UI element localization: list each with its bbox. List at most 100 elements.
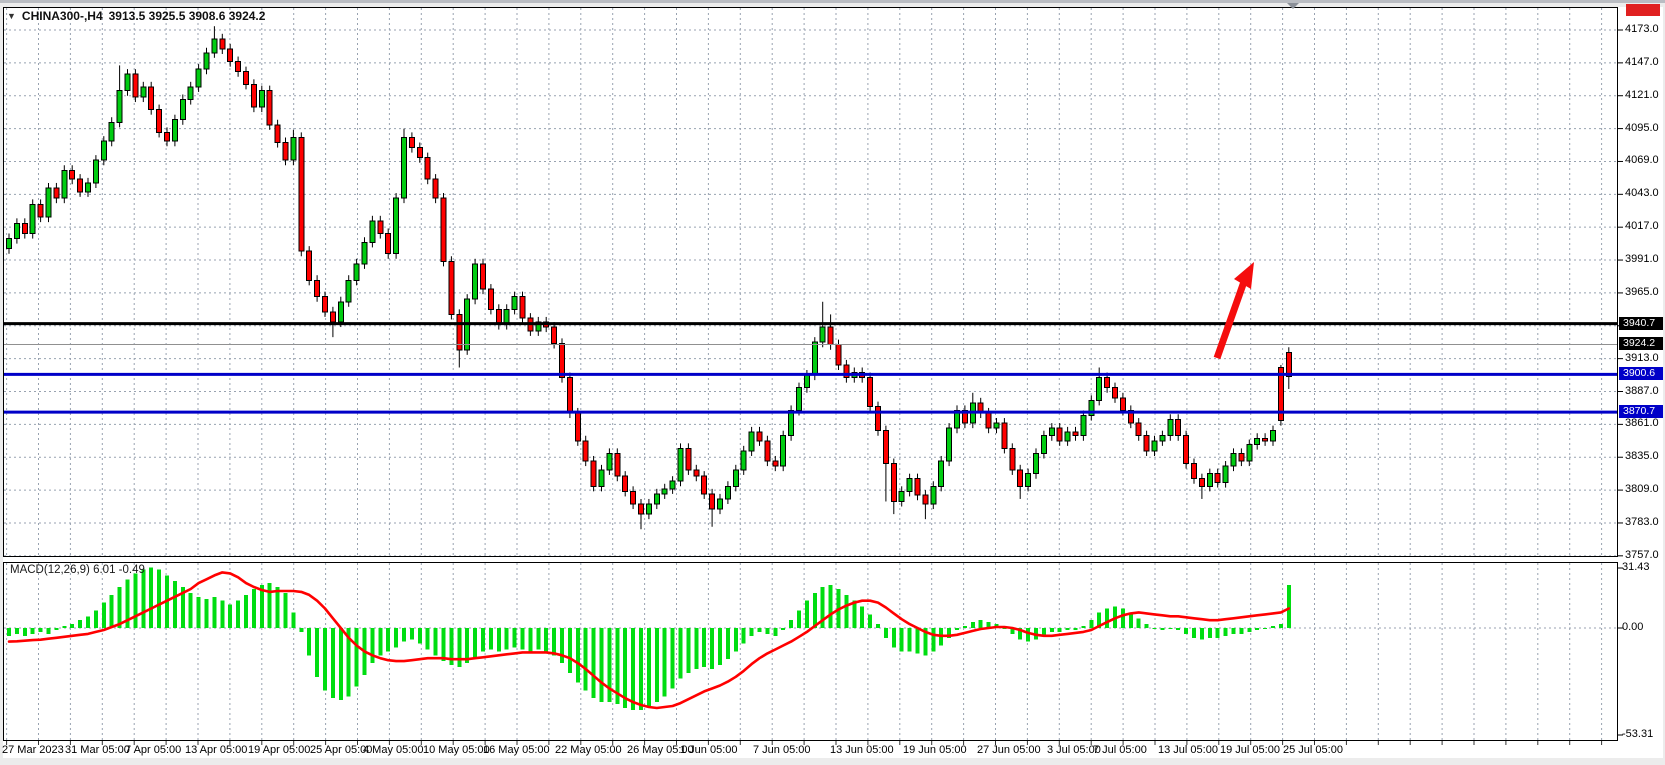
chart-header: ▼ CHINA300-,H4 3913.5 3925.5 3908.6 3924… bbox=[7, 9, 265, 23]
macd-hist-bar bbox=[521, 628, 525, 649]
bear-candle bbox=[686, 448, 691, 469]
bear-candle bbox=[323, 297, 328, 312]
price-tick-label: 4121.0 bbox=[1625, 89, 1659, 101]
bull-candle bbox=[931, 486, 936, 504]
bull-candle bbox=[172, 120, 177, 141]
bull-candle bbox=[62, 170, 67, 198]
bull-candle bbox=[1168, 419, 1173, 435]
price-line-badge[interactable]: 3924.2 bbox=[1619, 337, 1663, 350]
bear-candle bbox=[583, 441, 588, 461]
macd-hist-bar bbox=[955, 628, 959, 630]
bull-candle bbox=[741, 451, 746, 470]
bear-candle bbox=[1215, 474, 1220, 483]
price-tick-label: 3783.0 bbox=[1625, 516, 1659, 528]
macd-hist-bar bbox=[15, 628, 19, 634]
bear-candle bbox=[694, 470, 699, 476]
macd-hist-bar bbox=[47, 628, 51, 634]
macd-hist-bar bbox=[679, 628, 683, 679]
macd-hist-bar bbox=[758, 628, 762, 632]
bull-candle bbox=[1231, 453, 1236, 466]
bull-candle bbox=[188, 87, 193, 100]
bear-candle bbox=[923, 495, 928, 504]
macd-hist-bar bbox=[228, 605, 232, 628]
bear-candle bbox=[433, 179, 438, 198]
macd-hist-bar bbox=[844, 595, 848, 628]
bull-candle bbox=[338, 302, 343, 322]
macd-hist-bar bbox=[442, 628, 446, 661]
time-axis-label: 22 May 05:00 bbox=[555, 744, 622, 756]
chart-canvas[interactable] bbox=[0, 0, 1665, 765]
bear-candle bbox=[915, 479, 920, 495]
price-line-badge[interactable]: 3900.6 bbox=[1619, 367, 1663, 380]
bull-candle bbox=[196, 69, 201, 87]
bear-candle bbox=[299, 137, 304, 251]
bull-candle bbox=[733, 470, 738, 486]
bear-candle bbox=[1192, 464, 1197, 479]
bear-candle bbox=[710, 494, 715, 509]
macd-hist-bar bbox=[607, 628, 611, 702]
bull-candle bbox=[607, 453, 612, 469]
macd-hist-bar bbox=[1255, 628, 1259, 630]
macd-hist-bar bbox=[1050, 628, 1054, 632]
macd-hist-bar bbox=[797, 610, 801, 628]
macd-hist-bar bbox=[1263, 628, 1267, 629]
macd-hist-bar bbox=[434, 628, 438, 655]
chart-background bbox=[0, 7, 1665, 765]
time-axis-label: 1 Jun 05:00 bbox=[680, 744, 738, 756]
time-axis-label: 19 Apr 05:00 bbox=[248, 744, 310, 756]
bull-candle bbox=[1255, 438, 1260, 444]
macd-tick-label: -53.31 bbox=[1622, 728, 1653, 740]
time-axis-label: 7 Apr 05:00 bbox=[125, 744, 181, 756]
macd-hist-bar bbox=[647, 628, 651, 706]
bear-candle bbox=[330, 312, 335, 322]
macd-hist-bar bbox=[1137, 618, 1141, 628]
macd-hist-bar bbox=[868, 614, 872, 628]
price-tick-label: 3835.0 bbox=[1625, 450, 1659, 462]
macd-hist-bar bbox=[505, 628, 509, 649]
macd-hist-bar bbox=[773, 628, 777, 636]
macd-hist-bar bbox=[141, 570, 145, 629]
macd-hist-bar bbox=[931, 628, 935, 651]
macd-hist-bar bbox=[252, 589, 256, 628]
price-line-badge[interactable]: 3940.7 bbox=[1619, 317, 1663, 330]
price-tick-label: 3965.0 bbox=[1625, 286, 1659, 298]
macd-hist-bar bbox=[908, 628, 912, 651]
bear-candle bbox=[552, 327, 557, 343]
bear-candle bbox=[1105, 378, 1110, 388]
macd-hist-bar bbox=[979, 620, 983, 628]
bull-candle bbox=[749, 432, 754, 451]
macd-hist-bar bbox=[331, 628, 335, 698]
bear-candle bbox=[883, 431, 888, 464]
macd-hist-bar bbox=[497, 628, 501, 651]
time-axis-label: 7 Jun 05:00 bbox=[753, 744, 811, 756]
bear-candle bbox=[1144, 436, 1149, 451]
macd-hist-bar bbox=[1160, 628, 1164, 630]
price-tick-label: 3991.0 bbox=[1625, 253, 1659, 265]
time-axis-label: 13 Jul 05:00 bbox=[1158, 744, 1218, 756]
macd-hist-bar bbox=[892, 628, 896, 648]
price-line-badge[interactable]: 3870.7 bbox=[1619, 405, 1663, 418]
bull-candle bbox=[46, 188, 51, 217]
bull-candle bbox=[1065, 432, 1070, 441]
macd-hist-bar bbox=[1145, 624, 1149, 628]
bull-candle bbox=[512, 297, 517, 310]
macd-hist-bar bbox=[829, 585, 833, 628]
chart-shift-marker-icon[interactable] bbox=[1287, 3, 1299, 9]
macd-hist-bar bbox=[473, 628, 477, 657]
bull-candle bbox=[797, 388, 802, 411]
bull-candle bbox=[473, 264, 478, 299]
chevron-down-icon[interactable]: ▼ bbox=[7, 11, 16, 21]
bull-candle bbox=[718, 499, 723, 509]
macd-hist-bar bbox=[576, 628, 580, 683]
macd-hist-bar bbox=[805, 601, 809, 628]
macd-hist-bar bbox=[86, 616, 90, 628]
macd-hist-bar bbox=[1200, 628, 1204, 640]
macd-hist-bar bbox=[457, 628, 461, 667]
annotation-marker[interactable] bbox=[1626, 4, 1660, 16]
bull-candle bbox=[725, 486, 730, 499]
time-axis-label: 19 Jul 05:00 bbox=[1220, 744, 1280, 756]
macd-hist-bar bbox=[157, 570, 161, 629]
bear-candle bbox=[228, 49, 233, 62]
bear-candle bbox=[1073, 432, 1078, 436]
macd-hist-bar bbox=[1287, 585, 1291, 628]
